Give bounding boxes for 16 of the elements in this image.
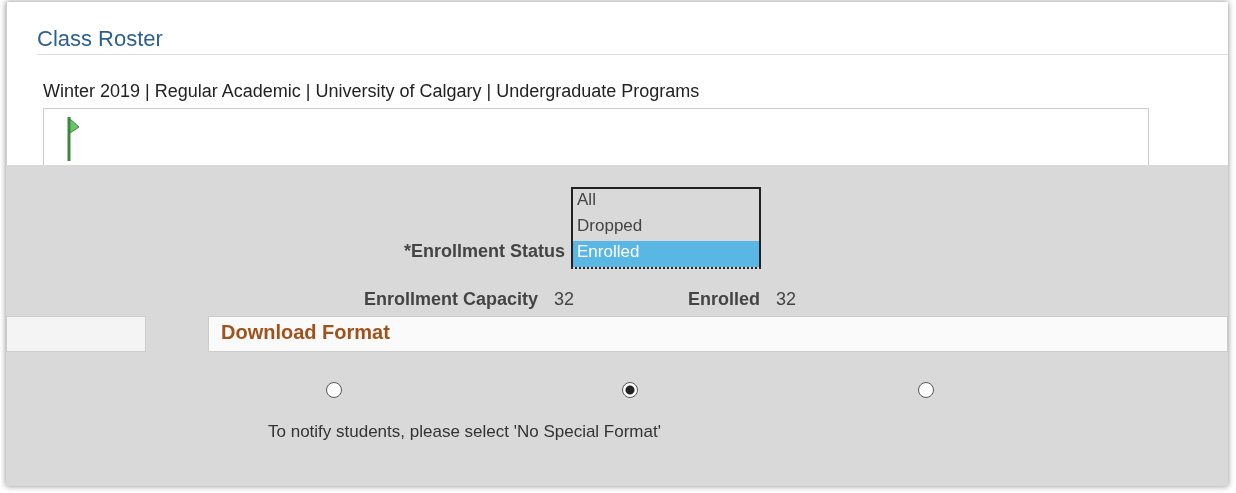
count-label: Enrolled — [688, 289, 761, 310]
status-listbox[interactable]: All Dropped Enrolled — [571, 187, 762, 269]
list-option[interactable]: All — [573, 189, 760, 215]
radio-button[interactable] — [622, 382, 638, 398]
flag-icon — [66, 117, 80, 161]
note-text: To notify students, please select 'No Special Format' — [268, 422, 662, 442]
count-label: Enrollment Capacity — [364, 289, 539, 310]
radio-button[interactable] — [326, 382, 342, 398]
count-value: 32 — [776, 289, 797, 310]
term-info: Winter 2019 | Regular Academic | University of Calgary | Undergraduate Programs — [43, 81, 701, 102]
section-header: Download Format — [208, 316, 1228, 352]
count-value: 32 — [554, 289, 575, 310]
radio-button[interactable] — [918, 382, 934, 398]
page-title: Class Roster — [37, 2, 1228, 55]
list-option[interactable]: Dropped — [573, 215, 760, 241]
field-label: *Enrollment Status — [404, 241, 566, 262]
